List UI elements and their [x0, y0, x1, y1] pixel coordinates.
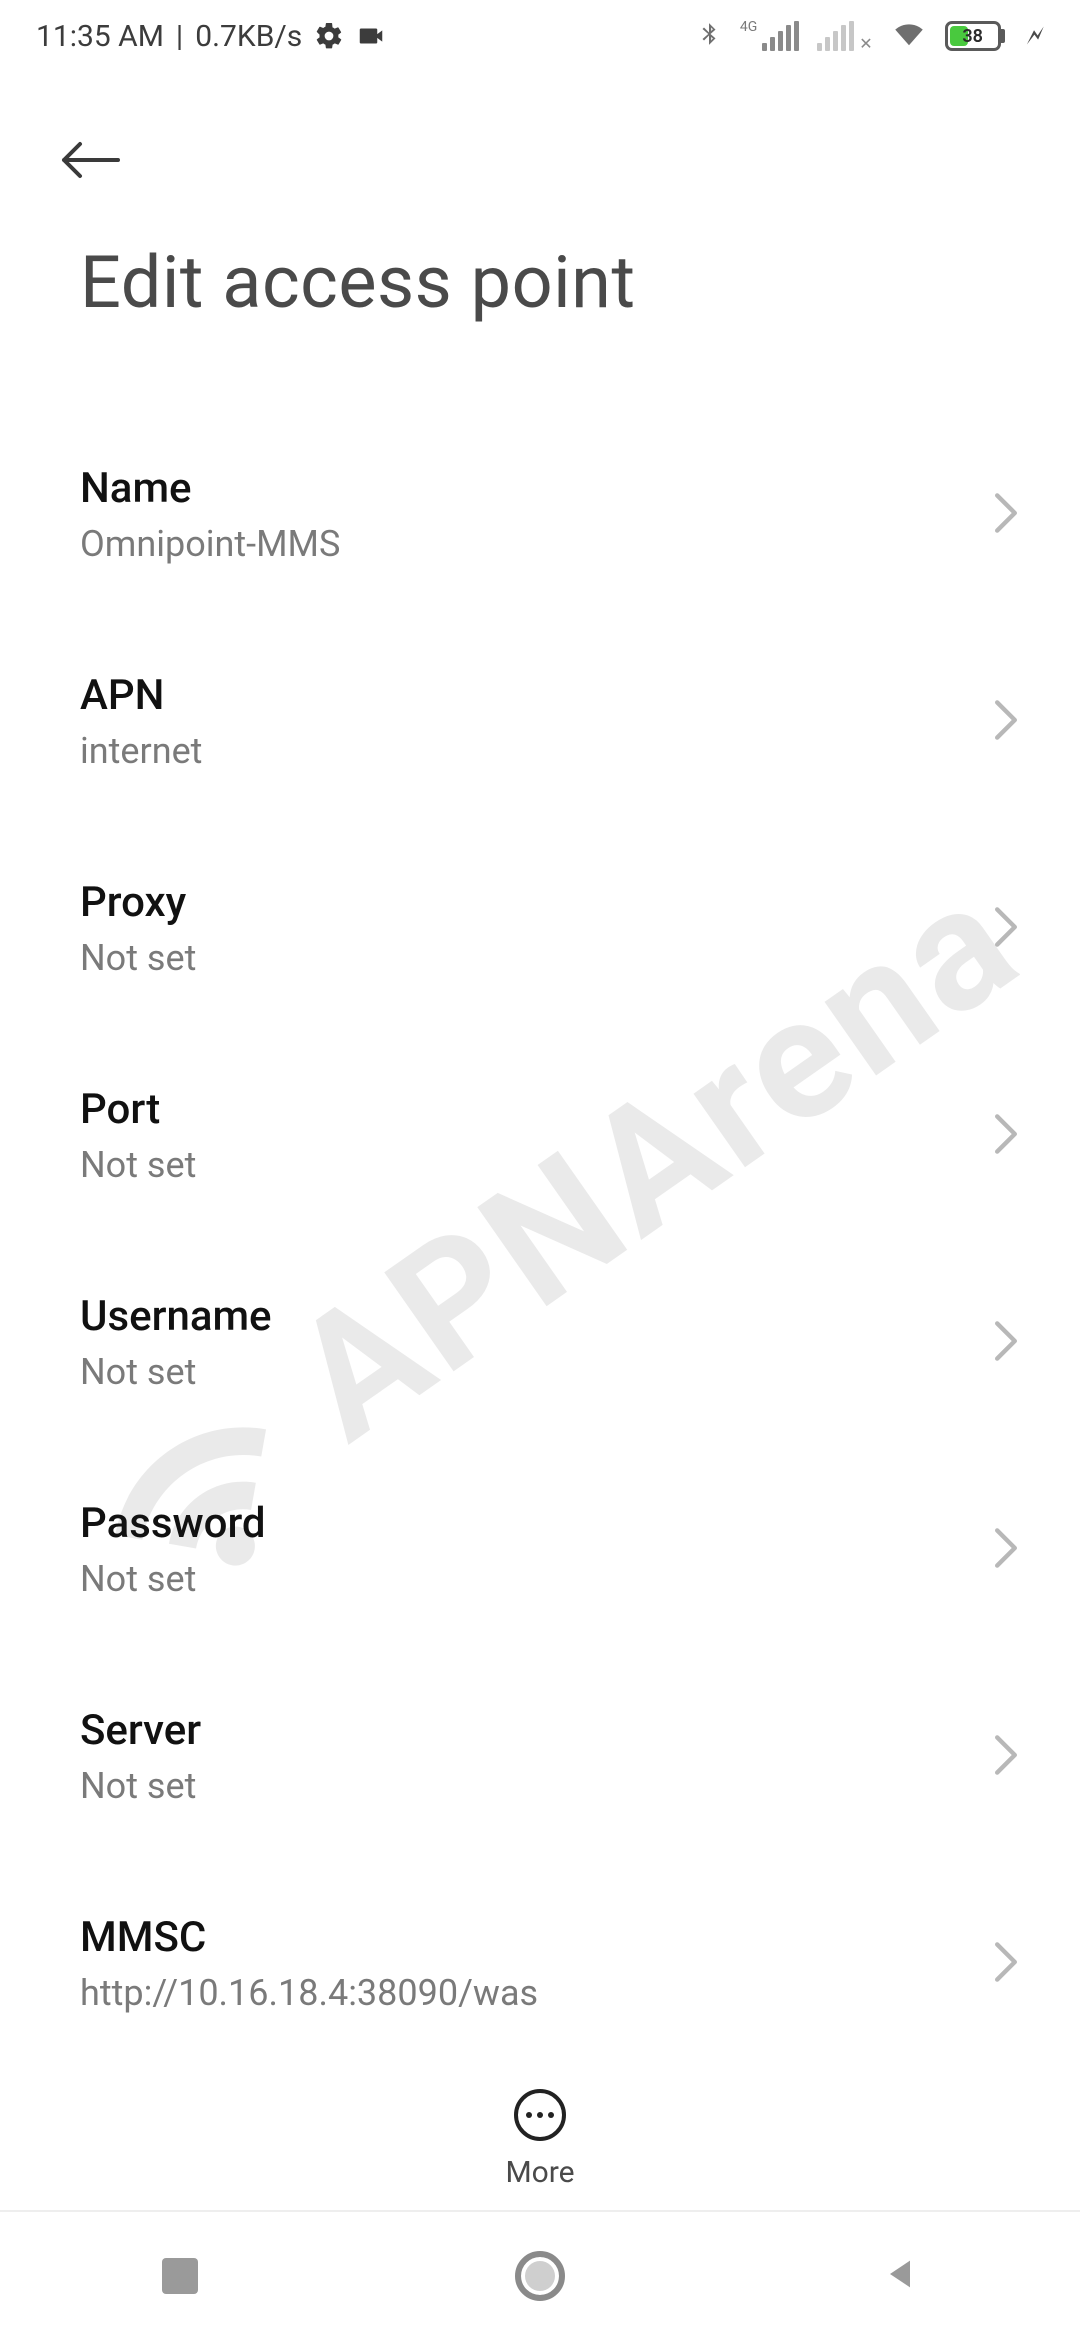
- status-left: 11:35 AM | 0.7KB/s: [36, 19, 386, 54]
- bottom-action-bar: More: [0, 2089, 1080, 2190]
- triangle-left-icon: [880, 2254, 920, 2298]
- status-right: 4G ✕ 38 🗲: [696, 19, 1044, 53]
- signal-primary-icon: 4G: [740, 21, 799, 51]
- arrow-left-icon: [60, 140, 120, 180]
- app-bar: [0, 120, 1080, 200]
- row-username[interactable]: Username Not set: [0, 1248, 1080, 1437]
- status-time: 11:35 AM: [36, 19, 164, 54]
- circle-icon: [515, 2251, 565, 2301]
- row-label: Port: [80, 1085, 1000, 1134]
- more-ellipsis-icon: [514, 2089, 566, 2141]
- row-value: Not set: [80, 1351, 1000, 1393]
- row-label: Proxy: [80, 878, 1000, 927]
- status-net-speed: 0.7KB/s: [195, 19, 302, 54]
- row-label: Server: [80, 1706, 1000, 1755]
- gear-icon: [314, 21, 344, 51]
- wifi-icon: [891, 19, 927, 53]
- row-value: Not set: [80, 1558, 1000, 1600]
- row-value: http://10.16.18.4:38090/was: [80, 1972, 1000, 2014]
- page-title: Edit access point: [80, 240, 1020, 325]
- row-name[interactable]: Name Omnipoint-MMS: [0, 420, 1080, 609]
- row-mmsc[interactable]: MMSC http://10.16.18.4:38090/was: [0, 1869, 1080, 2058]
- row-proxy[interactable]: Proxy Not set: [0, 834, 1080, 1023]
- no-sim-x-icon: ✕: [859, 34, 872, 53]
- signal-secondary-icon: ✕: [817, 21, 872, 51]
- chevron-right-icon: [992, 1526, 1020, 1574]
- nav-recents-button[interactable]: [80, 2212, 280, 2340]
- row-apn[interactable]: APN internet: [0, 627, 1080, 816]
- chevron-right-icon: [992, 1319, 1020, 1367]
- row-label: MMSC: [80, 1913, 1000, 1962]
- row-label: Name: [80, 464, 1000, 513]
- chevron-right-icon: [992, 905, 1020, 953]
- back-button[interactable]: [60, 120, 140, 200]
- more-label: More: [505, 2155, 574, 2190]
- chevron-right-icon: [992, 698, 1020, 746]
- row-password[interactable]: Password Not set: [0, 1455, 1080, 1644]
- row-label: APN: [80, 671, 1000, 720]
- chevron-right-icon: [992, 1940, 1020, 1988]
- row-value: Not set: [80, 1144, 1000, 1186]
- nav-back-button[interactable]: [800, 2212, 1000, 2340]
- row-label: Password: [80, 1499, 1000, 1548]
- status-separator: |: [176, 19, 183, 54]
- row-port[interactable]: Port Not set: [0, 1041, 1080, 1230]
- row-server[interactable]: Server Not set: [0, 1662, 1080, 1851]
- row-value: Omnipoint-MMS: [80, 523, 1000, 565]
- battery-icon: 38: [945, 21, 1005, 51]
- square-icon: [162, 2258, 198, 2294]
- system-nav-bar: [0, 2210, 1080, 2340]
- row-label: Username: [80, 1292, 1000, 1341]
- row-value: Not set: [80, 937, 1000, 979]
- chevron-right-icon: [992, 491, 1020, 539]
- more-button[interactable]: More: [505, 2089, 574, 2190]
- network-label: 4G: [740, 19, 757, 35]
- nav-home-button[interactable]: [440, 2212, 640, 2340]
- camera-icon: [356, 21, 386, 51]
- row-value: internet: [80, 730, 1000, 772]
- chevron-right-icon: [992, 1733, 1020, 1781]
- row-value: Not set: [80, 1765, 1000, 1807]
- battery-percent: 38: [948, 26, 998, 47]
- chevron-right-icon: [992, 1112, 1020, 1160]
- bluetooth-icon: [696, 19, 722, 53]
- settings-list: Name Omnipoint-MMS APN internet Proxy No…: [0, 420, 1080, 2070]
- status-bar: 11:35 AM | 0.7KB/s 4G ✕ 38: [0, 0, 1080, 72]
- charging-bolt-icon: 🗲: [1027, 21, 1044, 52]
